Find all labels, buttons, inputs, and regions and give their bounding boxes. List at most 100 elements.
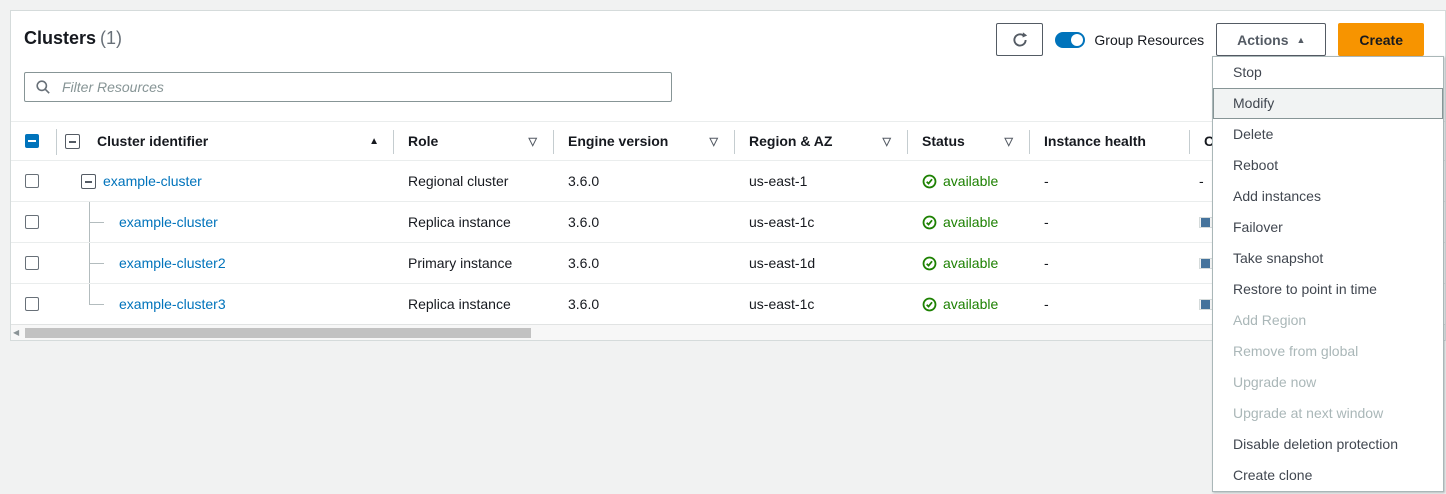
engine-cell: 3.6.0 — [553, 161, 734, 201]
sort-ascending-icon[interactable]: ▲ — [369, 136, 379, 147]
menu-item-delete[interactable]: Delete — [1213, 119, 1443, 150]
status-available-icon — [922, 215, 937, 230]
role-cell: Primary instance — [393, 243, 553, 283]
column-header-region[interactable]: Region & AZ ▽ — [734, 122, 907, 160]
role-cell: Replica instance — [393, 202, 553, 242]
row-select-cell — [11, 202, 57, 242]
group-resources-control: Group Resources — [1055, 32, 1204, 48]
region-cell: us-east-1c — [734, 202, 907, 242]
column-header-role-label: Role — [408, 133, 438, 149]
row-checkbox[interactable] — [25, 256, 39, 270]
collapse-all-button[interactable] — [65, 134, 80, 149]
cluster-cell: example-cluster — [57, 161, 393, 201]
cluster-cell: example-cluster2 — [57, 243, 393, 283]
actions-button[interactable]: Actions ▲ — [1216, 23, 1326, 56]
status-text: available — [943, 214, 998, 230]
column-filter-icon[interactable]: ▽ — [710, 135, 718, 148]
engine-cell: 3.6.0 — [553, 202, 734, 242]
scroll-left-icon[interactable]: ◀ — [13, 328, 19, 337]
menu-item-upgrade-now: Upgrade now — [1213, 367, 1443, 398]
menu-item-create-clone[interactable]: Create clone — [1213, 460, 1443, 491]
column-header-role[interactable]: Role ▽ — [393, 122, 553, 160]
collapse-all-cell — [57, 122, 87, 160]
column-filter-icon[interactable]: ▽ — [529, 135, 537, 148]
column-header-region-label: Region & AZ — [749, 133, 832, 149]
region-cell: us-east-1d — [734, 243, 907, 283]
column-header-health-label: Instance health — [1044, 133, 1146, 149]
row-checkbox[interactable] — [25, 215, 39, 229]
column-header-cluster[interactable]: Cluster identifier ▲ — [87, 122, 393, 160]
status-available-icon — [922, 256, 937, 271]
column-header-health[interactable]: Instance health — [1029, 122, 1189, 160]
instance-health-cell: - — [1029, 243, 1189, 283]
row-select-cell — [11, 243, 57, 283]
menu-item-take-snapshot[interactable]: Take snapshot — [1213, 243, 1443, 274]
menu-item-remove-from-global: Remove from global — [1213, 336, 1443, 367]
column-header-status-label: Status — [922, 133, 965, 149]
create-button[interactable]: Create — [1338, 23, 1424, 56]
region-cell: us-east-1 — [734, 161, 907, 201]
row-select-cell — [11, 161, 57, 201]
instance-link[interactable]: example-cluster3 — [119, 296, 226, 312]
row-checkbox[interactable] — [25, 297, 39, 311]
role-cell: Replica instance — [393, 284, 553, 324]
column-header-status[interactable]: Status ▽ — [907, 122, 1029, 160]
status-cell: available — [907, 161, 1029, 201]
status-available-icon — [922, 297, 937, 312]
column-filter-icon[interactable]: ▽ — [1005, 135, 1013, 148]
status-cell: available — [907, 202, 1029, 242]
group-resources-label: Group Resources — [1094, 32, 1204, 48]
status-text: available — [943, 173, 998, 189]
tree-connector — [89, 222, 104, 223]
menu-item-add-region: Add Region — [1213, 305, 1443, 336]
refresh-button[interactable] — [996, 23, 1043, 56]
filter-resources-input[interactable] — [60, 73, 671, 101]
column-header-engine[interactable]: Engine version ▽ — [553, 122, 734, 160]
instance-link[interactable]: example-cluster — [119, 214, 218, 230]
instance-health-cell: - — [1029, 161, 1189, 201]
menu-item-add-instances[interactable]: Add instances — [1213, 181, 1443, 212]
region-cell: us-east-1c — [734, 284, 907, 324]
status-text: available — [943, 255, 998, 271]
menu-item-stop[interactable]: Stop — [1213, 57, 1443, 88]
tree-connector — [89, 284, 90, 304]
search-icon — [35, 79, 51, 95]
menu-item-disable-deletion-protection[interactable]: Disable deletion protection — [1213, 429, 1443, 460]
menu-item-modify[interactable]: Modify — [1213, 88, 1443, 119]
menu-item-upgrade-at-next-window: Upgrade at next window — [1213, 398, 1443, 429]
column-header-engine-label: Engine version — [568, 133, 668, 149]
column-header-cluster-label: Cluster identifier — [97, 133, 208, 149]
menu-item-reboot[interactable]: Reboot — [1213, 150, 1443, 181]
page-title: Clusters(1) — [24, 28, 122, 49]
menu-item-failover[interactable]: Failover — [1213, 212, 1443, 243]
group-resources-toggle[interactable] — [1055, 32, 1085, 48]
instance-link[interactable]: example-cluster2 — [119, 255, 226, 271]
refresh-icon — [1011, 31, 1029, 49]
status-cell: available — [907, 243, 1029, 283]
engine-cell: 3.6.0 — [553, 284, 734, 324]
row-checkbox[interactable] — [25, 174, 39, 188]
collapse-row-button[interactable] — [81, 174, 96, 189]
chevron-up-icon: ▲ — [1296, 35, 1305, 45]
tree-connector — [89, 304, 104, 305]
instance-health-cell: - — [1029, 202, 1189, 242]
page-title-text: Clusters — [24, 28, 96, 48]
select-all-checkbox[interactable] — [25, 134, 39, 148]
toolbar: Group Resources Actions ▲ Create — [996, 23, 1424, 56]
scrollbar-thumb[interactable] — [25, 328, 531, 338]
cluster-count: (1) — [100, 28, 122, 48]
select-all-cell — [11, 122, 57, 160]
status-available-icon — [922, 174, 937, 189]
role-cell: Regional cluster — [393, 161, 553, 201]
cluster-cell: example-cluster — [57, 202, 393, 242]
cluster-cell: example-cluster3 — [57, 284, 393, 324]
instance-health-cell: - — [1029, 284, 1189, 324]
actions-button-label: Actions — [1237, 32, 1288, 48]
status-cell: available — [907, 284, 1029, 324]
column-filter-icon[interactable]: ▽ — [883, 135, 891, 148]
cluster-link[interactable]: example-cluster — [103, 173, 202, 189]
filter-resources-box — [24, 72, 672, 102]
menu-item-restore-to-point-in-time[interactable]: Restore to point in time — [1213, 274, 1443, 305]
tree-connector — [89, 263, 104, 264]
actions-menu: Stop Modify Delete Reboot Add instances … — [1212, 56, 1444, 492]
